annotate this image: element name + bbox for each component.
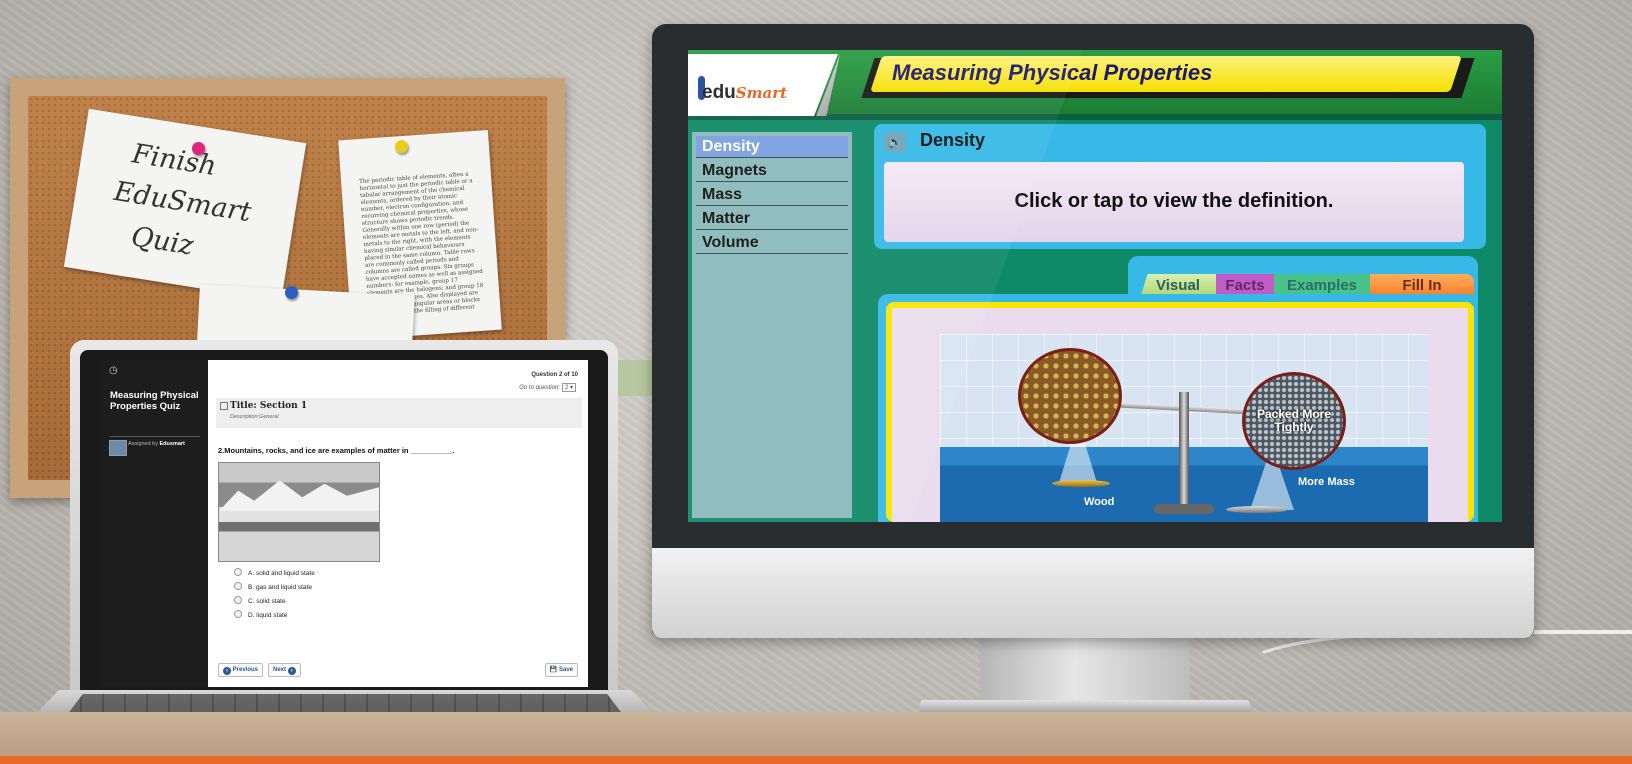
monitor-chin	[652, 548, 1534, 638]
quiz-sidebar: ◷ Measuring Physical Properties Quiz Ass…	[100, 360, 208, 687]
density-illustration: Packed More Tightly More Mass Wood	[940, 334, 1428, 522]
section-title: Title: Section 1	[230, 401, 308, 411]
quiz-main: Question 2 of 10 Go to question: 2 ▾ Titl…	[208, 360, 588, 687]
nav-item-density[interactable]: Density	[696, 136, 848, 158]
assigned-by: Assigned by Edusmart	[128, 441, 185, 447]
radio-icon[interactable]	[234, 582, 242, 590]
goto-question: Go to question: 2 ▾	[519, 383, 576, 392]
question-image	[218, 462, 380, 562]
nav-item-matter[interactable]: Matter	[696, 208, 848, 230]
wood-label: Wood	[1084, 496, 1115, 508]
next-button[interactable]: Next ›	[268, 663, 301, 677]
blue-pin-icon	[285, 286, 298, 299]
logo-text: eduSmart	[702, 82, 788, 103]
topic-nav: Density Magnets Mass Matter Volume	[692, 132, 852, 518]
radio-icon[interactable]	[234, 610, 242, 618]
left-pan	[1052, 480, 1110, 487]
previous-button[interactable]: ‹ Previous	[218, 663, 264, 677]
note-line-3: Quiz	[128, 221, 196, 262]
edusmart-logo: eduSmart	[688, 54, 838, 116]
dense-circle-label: Packed More Tightly	[1256, 407, 1332, 434]
power-cord	[1240, 630, 1632, 708]
mountain-shape	[219, 480, 379, 511]
monitor-neck	[980, 636, 1190, 706]
note-line-1: Finish	[129, 138, 219, 183]
radio-icon[interactable]	[234, 568, 242, 576]
question-counter: Question 2 of 10	[531, 372, 578, 378]
speaker-icon[interactable]: 🔈	[884, 132, 906, 152]
option-c[interactable]: C. solid state	[234, 596, 286, 605]
avatar	[109, 440, 127, 456]
definition-prompt[interactable]: Click or tap to view the definition.	[884, 190, 1464, 213]
goto-question-select[interactable]: 2 ▾	[561, 383, 576, 392]
section-checkbox[interactable]	[220, 402, 228, 410]
radio-icon[interactable]	[234, 596, 242, 604]
section-description: Description:General	[230, 414, 279, 420]
quiz-footer: ‹ Previous Next › 💾 Save	[218, 663, 578, 677]
yellow-pin-icon	[395, 140, 408, 153]
pink-pin-icon	[192, 142, 205, 155]
chevron-left-icon: ‹	[223, 667, 231, 675]
brand-band	[0, 756, 1632, 764]
more-mass-label: More Mass	[1298, 476, 1355, 488]
balance-base	[1154, 504, 1214, 514]
nav-item-volume[interactable]: Volume	[696, 232, 848, 254]
question-text: 2.Mountains, rocks, and ice are examples…	[218, 446, 455, 455]
quiz-title: Measuring Physical Properties Quiz	[110, 390, 199, 412]
section-header: Title: Section 1 Description:General	[216, 398, 582, 428]
app-title: Measuring Physical Properties	[892, 60, 1213, 85]
sidebar-divider	[110, 436, 200, 437]
option-d[interactable]: D. liquid state	[234, 610, 287, 619]
wood-particles-circle	[1018, 348, 1122, 444]
nav-item-magnets[interactable]: Magnets	[696, 160, 848, 182]
option-b[interactable]: B. gas and liquid state	[234, 582, 312, 591]
balance-post	[1179, 392, 1189, 514]
card-title: Density	[920, 130, 986, 150]
quiz-screen: ◷ Measuring Physical Properties Quiz Ass…	[100, 360, 588, 687]
nav-item-mass[interactable]: Mass	[696, 184, 848, 206]
chevron-right-icon: ›	[287, 667, 296, 675]
option-a[interactable]: A. solid and liquid state	[234, 568, 315, 577]
save-button[interactable]: 💾 Save	[544, 663, 578, 677]
save-icon: 💾	[549, 667, 558, 673]
edusmart-app: eduSmart Measuring Physical Properties D…	[688, 50, 1502, 522]
handwritten-note: Finish EduSmart Quiz	[63, 108, 307, 302]
right-pan	[1226, 506, 1288, 513]
clock-icon[interactable]: ◷	[109, 365, 118, 376]
